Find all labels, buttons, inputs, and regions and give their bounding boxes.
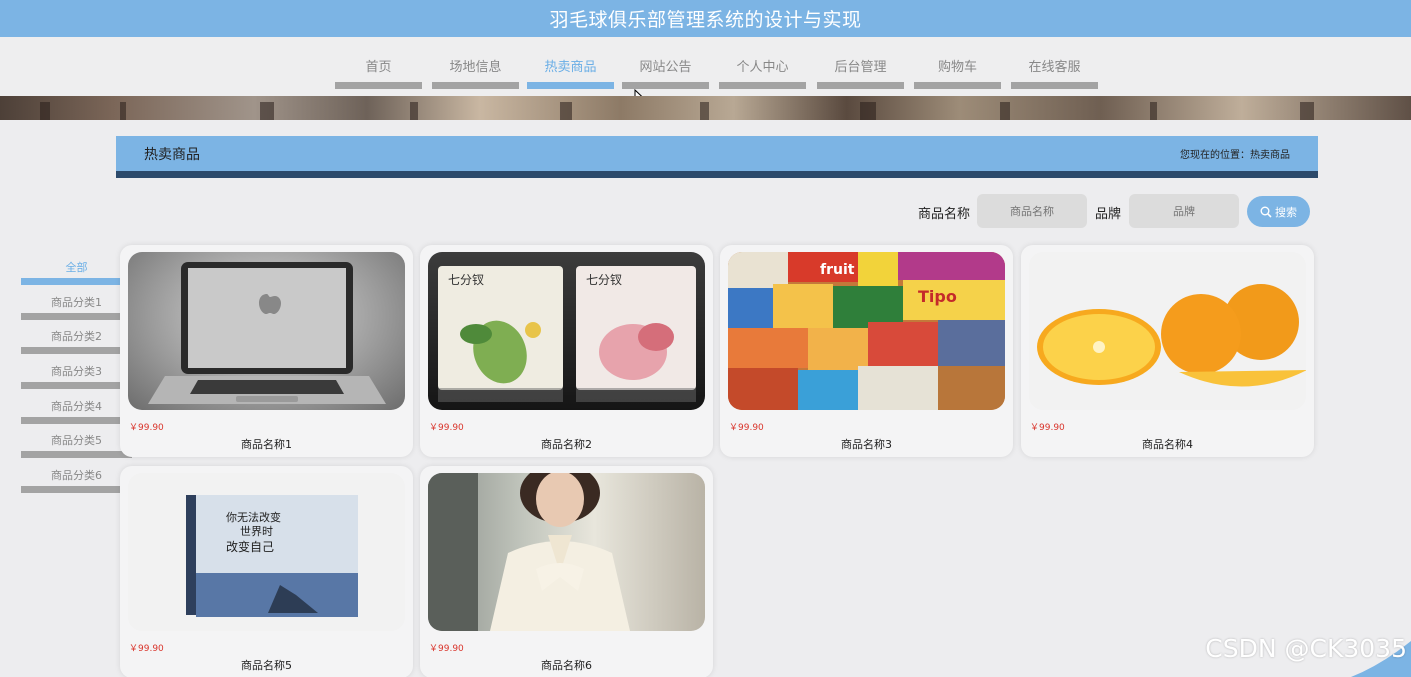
- nav-label: 个人中心: [736, 60, 789, 75]
- product-price: ￥99.90: [129, 644, 164, 654]
- product-image-laptop: [128, 252, 405, 410]
- category-underline: [21, 347, 132, 354]
- product-card[interactable]: ￥99.90 商品名称6: [420, 466, 713, 677]
- category-5[interactable]: 商品分类5: [21, 423, 132, 458]
- category-underline: [21, 486, 132, 493]
- snack-tipo-text: Tipo: [918, 287, 957, 306]
- category-label: 商品分类6: [51, 469, 102, 482]
- search-button[interactable]: 搜索: [1247, 196, 1310, 227]
- nav-item-support[interactable]: 在线客服: [1011, 37, 1098, 89]
- nav-item-admin[interactable]: 后台管理: [817, 37, 904, 89]
- product-card[interactable]: ￥99.90 商品名称1: [120, 245, 413, 457]
- nav-underline: [1011, 82, 1098, 89]
- nav-label: 场地信息: [449, 60, 502, 75]
- category-label: 商品分类1: [51, 296, 102, 309]
- category-underline: [21, 451, 132, 458]
- nav-underline: [817, 82, 904, 89]
- product-image-snack-assortment: fruit Tipo: [728, 252, 1005, 410]
- nav-label: 首页: [365, 60, 392, 75]
- section-header: 热卖商品 您现在的位置：热卖商品: [116, 136, 1318, 178]
- nav-label: 在线客服: [1028, 60, 1081, 75]
- category-label: 商品分类4: [51, 400, 102, 413]
- nav-item-profile[interactable]: 个人中心: [719, 37, 806, 89]
- book-title-line3: 改变自己: [226, 539, 274, 554]
- book-title-line1: 你无法改变: [226, 510, 281, 524]
- category-label: 商品分类5: [51, 434, 102, 447]
- product-name: 商品名称1: [241, 438, 292, 451]
- snack-fruit-text: fruit: [820, 262, 855, 278]
- watermark-text: CSDN @CK3035: [1205, 634, 1407, 663]
- nav-item-announcements[interactable]: 网站公告: [622, 37, 709, 89]
- product-card[interactable]: 你无法改变 世界时 改变自己 ￥99.90 商品名称5: [120, 466, 413, 677]
- category-6[interactable]: 商品分类6: [21, 458, 132, 493]
- product-price: ￥99.90: [129, 423, 164, 433]
- product-price: ￥99.90: [429, 644, 464, 654]
- nav-item-venues[interactable]: 场地信息: [432, 37, 519, 89]
- nav-label: 购物车: [937, 60, 977, 75]
- nav-item-hot-products[interactable]: 热卖商品: [527, 37, 614, 89]
- nav-underline: [914, 82, 1001, 89]
- brand-input[interactable]: [1129, 194, 1239, 228]
- section-title: 热卖商品: [144, 147, 200, 163]
- package-brand-text: 七分钗: [448, 273, 484, 287]
- product-price: ￥99.90: [429, 423, 464, 433]
- product-image-woman-blouse: [428, 473, 705, 631]
- nav-underline: [432, 82, 519, 89]
- search-icon: [1260, 206, 1272, 218]
- product-name: 商品名称4: [1142, 438, 1193, 451]
- product-name: 商品名称3: [841, 438, 892, 451]
- brand-label: 品牌: [1095, 207, 1122, 222]
- product-price: ￥99.90: [1030, 423, 1065, 433]
- product-card[interactable]: fruit Tipo ￥99.90 商品名称3: [720, 245, 1013, 457]
- nav-item-home[interactable]: 首页: [335, 37, 422, 89]
- product-image-face-mask-packs: 七分钗 七分钗: [428, 252, 705, 410]
- product-name-input[interactable]: [977, 194, 1087, 228]
- title-bar: 羽毛球俱乐部管理系统的设计与实现: [0, 0, 1411, 37]
- nav-item-cart[interactable]: 购物车: [914, 37, 1001, 89]
- category-label: 商品分类3: [51, 365, 102, 378]
- product-image-book: 你无法改变 世界时 改变自己: [128, 473, 405, 631]
- product-name: 商品名称6: [541, 659, 592, 672]
- site-title: 羽毛球俱乐部管理系统的设计与实现: [549, 9, 862, 31]
- nav-label: 热卖商品: [544, 60, 597, 75]
- nav-underline: [527, 82, 614, 89]
- nav-label: 网站公告: [639, 60, 692, 75]
- package-brand-text: 七分钗: [586, 273, 622, 287]
- category-underline: [21, 278, 132, 285]
- category-underline: [21, 382, 132, 389]
- product-price: ￥99.90: [729, 423, 764, 433]
- breadcrumb: 您现在的位置：热卖商品: [1180, 150, 1290, 161]
- nav-underline: [719, 82, 806, 89]
- search-button-label: 搜索: [1275, 205, 1297, 219]
- product-card[interactable]: ￥99.90 商品名称4: [1021, 245, 1314, 457]
- product-card[interactable]: 七分钗 七分钗 ￥99.90 商品名称2: [420, 245, 713, 457]
- nav-label: 后台管理: [834, 60, 887, 75]
- product-image-oranges: [1029, 252, 1306, 410]
- category-label: 商品分类2: [51, 330, 102, 343]
- book-title-line2: 世界时: [240, 525, 273, 538]
- main-nav: 首页 场地信息 热卖商品 网站公告 个人中心 后台管理 购物车 在线客服: [0, 37, 1411, 96]
- banner-image: [0, 96, 1411, 120]
- nav-underline: [622, 82, 709, 89]
- category-label: 全部: [65, 261, 88, 274]
- category-all[interactable]: 全部: [21, 250, 132, 285]
- category-2[interactable]: 商品分类2: [21, 319, 132, 354]
- product-name: 商品名称5: [241, 659, 292, 672]
- category-4[interactable]: 商品分类4: [21, 389, 132, 424]
- category-3[interactable]: 商品分类3: [21, 354, 132, 389]
- category-1[interactable]: 商品分类1: [21, 285, 132, 320]
- product-name-label: 商品名称: [918, 207, 971, 222]
- product-name: 商品名称2: [541, 438, 592, 451]
- nav-underline: [335, 82, 422, 89]
